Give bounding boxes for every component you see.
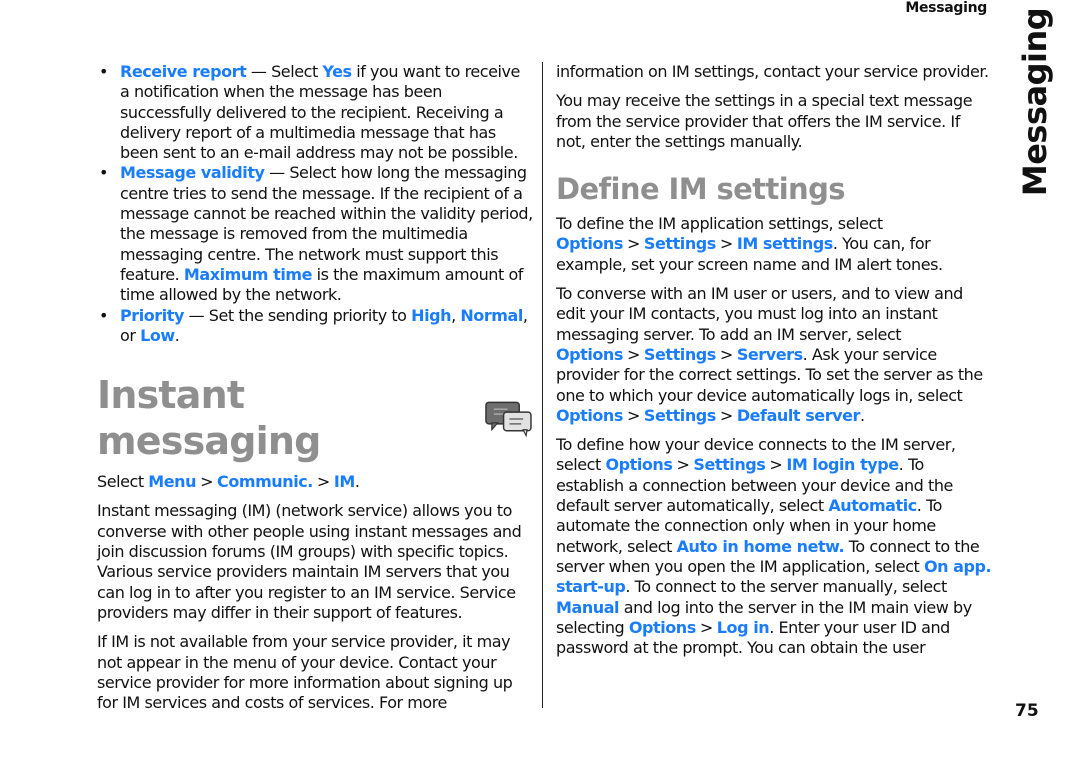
text: To converse with an IM user or users, an… <box>556 284 963 344</box>
separator: > <box>719 234 733 254</box>
separator: > <box>769 455 783 475</box>
list-item: Message validity — Select how long the m… <box>97 163 533 305</box>
section-thumb-tab: Messaging <box>1012 8 1058 196</box>
paragraph: Instant messaging (IM) (network service)… <box>97 501 522 622</box>
menu-path: Select Menu > Communic. > IM. <box>97 472 533 492</box>
path-menu: Menu <box>148 472 197 492</box>
path-communic: Communic. <box>217 472 313 492</box>
text: — Set the sending priority to <box>183 305 412 325</box>
text: — Select <box>246 62 323 81</box>
option: Options <box>605 455 673 475</box>
paragraph: To define how your device connects to th… <box>556 435 992 658</box>
option: Low <box>140 325 175 345</box>
separator: > <box>719 405 733 425</box>
running-head: Messaging <box>905 0 987 16</box>
option: Maximum time <box>183 264 313 284</box>
paragraph: To define the IM application settings, s… <box>556 214 992 275</box>
paragraph: To converse with an IM user or users, an… <box>556 284 992 426</box>
section-heading: Instant messaging <box>97 372 533 464</box>
separator: > <box>676 455 690 475</box>
separator: > <box>200 472 214 492</box>
option: Options <box>556 234 623 254</box>
option: Options <box>556 344 623 364</box>
list-item: Priority — Set the sending priority to H… <box>97 306 533 347</box>
option: Default server <box>736 405 861 425</box>
separator: > <box>699 617 713 637</box>
text: To define the IM application settings, s… <box>556 214 883 234</box>
heading-text: Instant messaging <box>97 373 321 464</box>
term: Message validity <box>120 163 265 183</box>
column-divider <box>542 62 543 708</box>
option: High <box>411 305 452 325</box>
page-number: 75 <box>1015 701 1039 721</box>
separator: > <box>626 405 640 425</box>
option: Auto in home netw. <box>676 536 845 556</box>
option: IM login type <box>786 455 899 475</box>
text: , <box>451 305 461 325</box>
separator: > <box>626 234 640 254</box>
option: IM settings <box>736 234 833 254</box>
option: Settings <box>643 405 716 425</box>
section-heading: Define IM settings <box>556 172 846 207</box>
text: . <box>354 472 360 492</box>
paragraph: You may receive the settings in a specia… <box>556 91 973 151</box>
manual-page: Messaging Messaging Receive report — Sel… <box>0 0 1080 779</box>
option: Settings <box>643 344 716 364</box>
text: . To connect to the server manually, sel… <box>625 577 947 597</box>
option: Yes <box>322 62 352 81</box>
separator: > <box>626 344 640 364</box>
term: Receive report <box>120 62 247 81</box>
option: Servers <box>736 344 803 364</box>
separator: > <box>316 472 330 492</box>
path-im: IM <box>333 472 355 492</box>
right-column: information on IM settings, contact your… <box>556 62 992 667</box>
text: . <box>174 325 180 345</box>
option: Options <box>628 617 696 637</box>
option: Log in <box>716 617 770 637</box>
list-item: Receive report — Select Yes if you want … <box>97 62 533 163</box>
text: Select <box>97 472 149 492</box>
left-column: Receive report — Select Yes if you want … <box>97 62 533 722</box>
option: Settings <box>643 234 716 254</box>
chat-bubbles-icon <box>485 401 532 438</box>
option: Normal <box>460 305 523 325</box>
option: Automatic <box>828 496 917 516</box>
thumb-tab-label: Messaging <box>1016 7 1054 197</box>
paragraph: If IM is not available from your service… <box>97 632 513 713</box>
settings-list: Receive report — Select Yes if you want … <box>97 62 533 346</box>
option: Manual <box>556 597 620 617</box>
option: Options <box>556 405 623 425</box>
term: Priority <box>120 305 184 325</box>
text: . <box>859 405 865 425</box>
paragraph: information on IM settings, contact your… <box>556 62 989 81</box>
option: Settings <box>693 455 766 475</box>
separator: > <box>719 344 733 364</box>
